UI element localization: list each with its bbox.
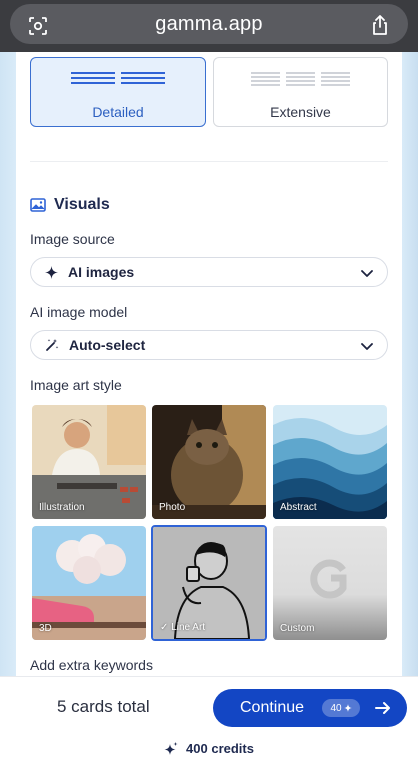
style-custom[interactable]: Custom	[273, 526, 387, 640]
credits-info: 400 credits	[0, 741, 418, 756]
footer-bar: 5 cards total Continue 40 400 credits	[0, 676, 418, 768]
share-icon[interactable]	[370, 14, 390, 36]
image-icon	[30, 198, 46, 212]
style-line-art[interactable]: ✓ Line Art	[151, 525, 267, 641]
divider	[30, 161, 388, 162]
image-model-select[interactable]: Auto-select	[30, 330, 388, 360]
style-abstract-label: Abstract	[280, 502, 317, 513]
cards-total: 5 cards total	[57, 697, 150, 716]
chevron-down-icon	[361, 343, 373, 350]
art-style-label: Image art style	[30, 377, 122, 393]
continue-button[interactable]: Continue 40	[213, 689, 407, 727]
visuals-header: Visuals	[30, 196, 110, 214]
image-source-select[interactable]: AI images	[30, 257, 388, 287]
browser-toolbar: gamma.app	[0, 0, 418, 52]
chevron-down-icon	[361, 270, 373, 277]
option-detailed-label: Detailed	[92, 104, 144, 120]
detailed-lines-icon	[31, 72, 205, 84]
lens-icon[interactable]	[28, 16, 48, 36]
option-extensive[interactable]: Extensive	[213, 57, 388, 127]
url-bar[interactable]: gamma.app	[10, 4, 408, 44]
image-source-label: Image source	[30, 231, 115, 247]
arrow-right-icon	[375, 702, 390, 714]
style-illustration-label: Illustration	[39, 502, 85, 513]
image-model-label: AI image model	[30, 304, 128, 320]
style-abstract[interactable]: Abstract	[273, 405, 387, 519]
cost-value: 40	[330, 702, 342, 714]
style-3d[interactable]: 3D	[32, 526, 146, 640]
option-extensive-label: Extensive	[270, 104, 331, 120]
continue-label: Continue	[240, 699, 305, 716]
style-photo-label: Photo	[159, 502, 186, 513]
option-detailed[interactable]: Detailed	[30, 57, 206, 127]
credits-text: 400 credits	[186, 741, 254, 756]
magic-wand-icon	[46, 339, 59, 351]
extra-keywords-label: Add extra keywords	[30, 657, 153, 673]
sparkles-icon	[164, 741, 178, 755]
visuals-title: Visuals	[54, 196, 110, 213]
style-illustration[interactable]: Illustration	[32, 405, 146, 519]
sparkle-icon	[45, 265, 58, 279]
sparkle-icon	[343, 704, 352, 712]
settings-panel: Detailed Extensive Visuals Image source …	[16, 52, 402, 692]
url-text[interactable]: gamma.app	[155, 13, 262, 36]
style-custom-label: Custom	[280, 623, 315, 634]
style-3d-label: 3D	[39, 623, 52, 634]
image-source-value: AI images	[68, 264, 135, 280]
style-line-art-label: ✓ Line Art	[160, 622, 206, 633]
style-photo[interactable]: Photo	[152, 405, 266, 519]
image-model-value: Auto-select	[69, 337, 146, 353]
extensive-lines-icon	[214, 72, 387, 86]
cost-badge: 40	[322, 699, 360, 717]
